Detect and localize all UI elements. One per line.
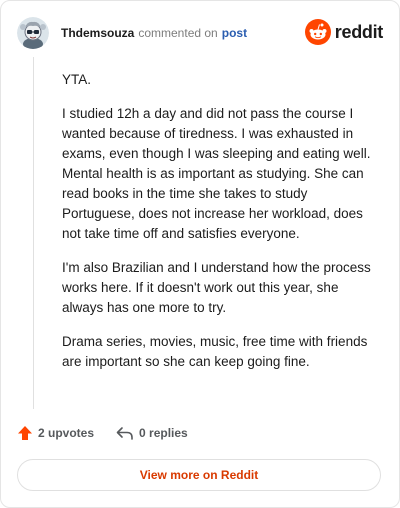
post-link[interactable]: post	[222, 25, 247, 41]
user-avatar[interactable]	[17, 17, 49, 49]
comment-meta: Thdemsouza commented on post	[61, 25, 247, 41]
reddit-brand[interactable]: reddit	[304, 19, 384, 45]
upvote-button[interactable]: 2 upvotes	[17, 425, 94, 441]
reddit-logo-icon	[304, 19, 331, 45]
comment-paragraph: YTA.	[62, 72, 92, 87]
action-text: commented on	[138, 26, 218, 40]
comment-paragraph: I'm also Brazilian and I understand how …	[62, 260, 371, 315]
embedded-comment-card: Thdemsouza commented on post reddit YTA.…	[0, 0, 400, 508]
comment-header: Thdemsouza commented on post reddit	[17, 15, 383, 51]
comment-body: YTA. I studied 12h a day and did not pas…	[62, 70, 380, 386]
brand-name: reddit	[334, 21, 384, 42]
comment-paragraph: I studied 12h a day and did not pass the…	[62, 106, 371, 241]
reply-count: 0 replies	[139, 426, 188, 440]
upvote-arrow-icon	[18, 426, 32, 440]
comment-paragraph: Drama series, movies, music, free time w…	[62, 334, 368, 369]
author-name[interactable]: Thdemsouza	[61, 25, 134, 41]
upvote-count: 2 upvotes	[38, 426, 95, 440]
reply-arrow-icon	[116, 427, 133, 440]
thread-line	[33, 57, 34, 409]
view-more-button[interactable]: View more on Reddit	[17, 459, 381, 491]
comment-footer: 2 upvotes 0 replies	[17, 425, 210, 441]
avatar-icon	[17, 17, 49, 49]
reply-button[interactable]: 0 replies	[116, 425, 188, 441]
